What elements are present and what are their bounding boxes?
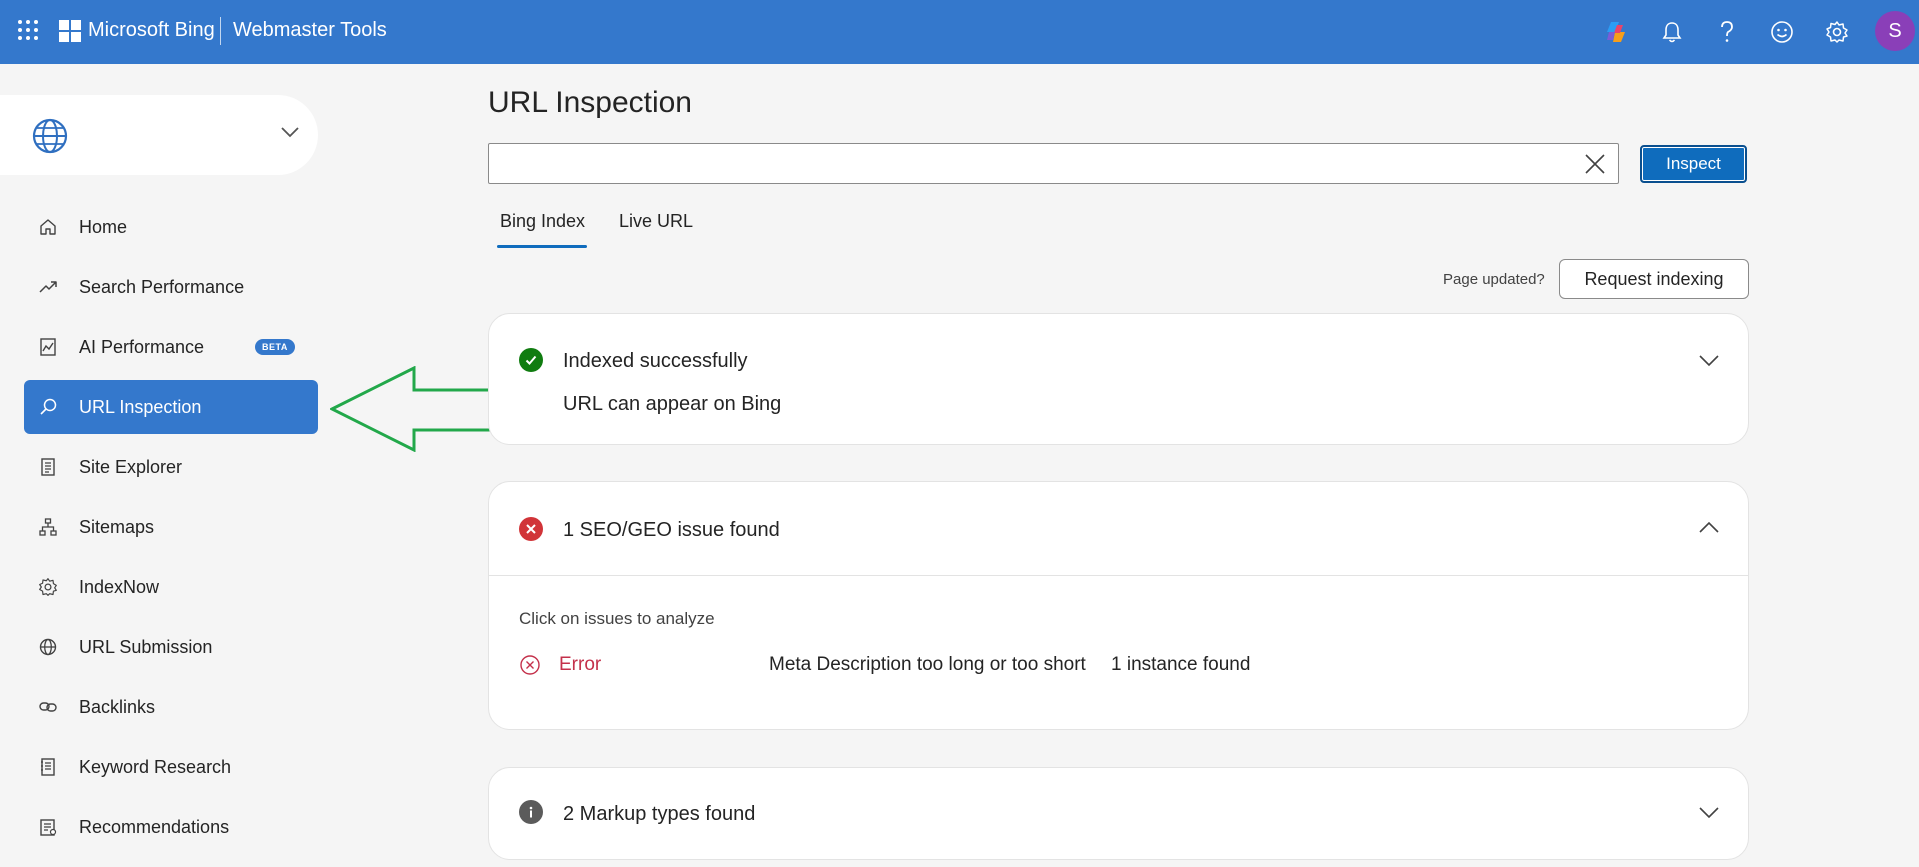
sidebar-item-url-inspection[interactable]: URL Inspection (24, 380, 318, 434)
sidebar-item-recommendations[interactable]: Recommendations (24, 800, 318, 854)
error-x-icon (519, 654, 541, 676)
index-status-header[interactable]: Indexed successfully URL can appear on B… (489, 314, 1748, 446)
url-input[interactable] (488, 143, 1619, 184)
chevron-up-icon[interactable] (1697, 516, 1721, 540)
issues-header[interactable]: 1 SEO/GEO issue found (489, 482, 1748, 576)
chevron-down-icon[interactable] (1697, 800, 1721, 824)
issues-title: 1 SEO/GEO issue found (563, 519, 780, 541)
home-icon (38, 217, 58, 237)
link-icon (38, 697, 58, 717)
sidebar-item-indexnow[interactable]: IndexNow (24, 560, 318, 614)
globe-icon (38, 637, 58, 657)
brand-name[interactable]: Microsoft Bing (88, 19, 215, 42)
markup-card: 2 Markup types found (488, 767, 1749, 860)
info-circle-icon (519, 800, 543, 824)
page-updated-label: Page updated? (1443, 271, 1545, 288)
check-circle-icon (519, 348, 543, 372)
sidebar-item-label: Search Performance (79, 276, 245, 297)
globe-icon (31, 117, 69, 160)
sidebar-item-search-performance[interactable]: Search Performance (24, 260, 318, 314)
product-name[interactable]: Webmaster Tools (233, 19, 387, 42)
issue-count: 1 instance found (1111, 654, 1251, 675)
index-status-card: Indexed successfully URL can appear on B… (488, 313, 1749, 445)
index-status-subtitle: URL can appear on Bing (563, 393, 782, 415)
sidebar-item-url-submission[interactable]: URL Submission (24, 620, 318, 674)
settings-gear-icon[interactable] (1821, 16, 1853, 48)
issue-row[interactable]: Error Meta Description too long or too s… (519, 648, 1719, 684)
beta-badge: BETA (255, 339, 295, 355)
sidebar-item-label: IndexNow (79, 576, 160, 597)
sidebar-item-keyword-research[interactable]: Keyword Research (24, 740, 318, 794)
sidebar-item-backlinks[interactable]: Backlinks (24, 680, 318, 734)
sidebar-item-label: Backlinks (79, 696, 156, 717)
sidebar-item-label: Recommendations (79, 816, 230, 837)
annotation-arrow-icon (330, 366, 498, 452)
card-divider (489, 575, 1748, 576)
help-icon[interactable] (1711, 16, 1743, 48)
sidebar-item-ai-performance[interactable]: AI Performance BETA (24, 320, 318, 374)
sidebar-item-label: Site Explorer (79, 456, 183, 477)
sidebar-item-label: AI Performance (79, 336, 205, 357)
page-title: URL Inspection (488, 86, 692, 119)
request-indexing-button[interactable]: Request indexing (1559, 259, 1749, 299)
issues-hint: Click on issues to analyze (519, 609, 715, 628)
notebook-icon (38, 757, 58, 777)
chevron-down-icon[interactable] (280, 125, 300, 144)
sidebar-item-label: Sitemaps (79, 516, 155, 537)
sitemap-icon (38, 517, 58, 537)
trend-icon (38, 277, 58, 297)
markup-header[interactable]: 2 Markup types found (489, 768, 1748, 861)
issue-name: Meta Description too long or too short (769, 654, 1086, 675)
app-launcher-icon[interactable] (18, 20, 38, 40)
chevron-down-icon[interactable] (1697, 348, 1721, 372)
clear-input-icon[interactable] (1583, 152, 1607, 176)
error-circle-icon (519, 517, 543, 541)
sidebar-item-site-explorer[interactable]: Site Explorer (24, 440, 318, 494)
sidebar-item-sitemaps[interactable]: Sitemaps (24, 500, 318, 554)
issues-card: 1 SEO/GEO issue found Click on issues to… (488, 481, 1749, 730)
sidebar-item-label: URL Submission (79, 636, 213, 657)
top-bar: Microsoft Bing Webmaster Tools S (0, 0, 1919, 64)
user-avatar[interactable]: S (1875, 11, 1915, 51)
site-picker-dropdown[interactable] (0, 95, 318, 175)
tab-bing-index[interactable]: Bing Index (500, 211, 585, 232)
sidebar-item-label: Keyword Research (79, 756, 232, 777)
feedback-smiley-icon[interactable] (1766, 16, 1798, 48)
microsoft-logo-icon (59, 20, 81, 42)
tab-live-url[interactable]: Live URL (619, 211, 693, 232)
document-icon (38, 457, 58, 477)
copilot-icon[interactable] (1600, 16, 1632, 48)
search-icon (38, 397, 58, 417)
sidebar-item-label: Home (79, 216, 128, 237)
markup-title: 2 Markup types found (563, 803, 756, 825)
inspect-button[interactable]: Inspect (1640, 145, 1747, 183)
brand-divider (220, 17, 221, 45)
sidebar-item-home[interactable]: Home (24, 200, 318, 254)
active-tab-indicator (497, 245, 587, 248)
clipboard-icon (38, 817, 58, 837)
notifications-bell-icon[interactable] (1656, 16, 1688, 48)
index-status-title: Indexed successfully (563, 350, 748, 372)
gear-icon (38, 577, 58, 597)
chart-icon (38, 337, 58, 357)
issue-severity: Error (559, 654, 602, 675)
sidebar-item-label: URL Inspection (79, 396, 202, 417)
